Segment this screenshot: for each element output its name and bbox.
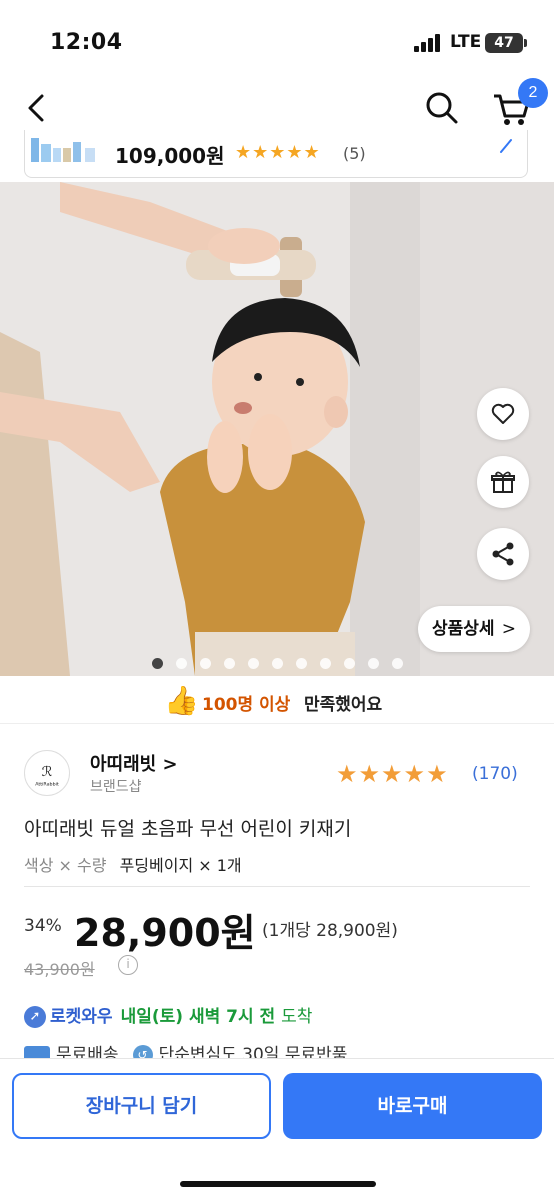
product-title: 아띠래빗 듀얼 초음파 무선 어린이 키재기 [24, 818, 352, 840]
original-price: 43,900원 [24, 960, 95, 979]
brand-shop-label: 브랜드샵 [90, 779, 142, 795]
pagination-dot[interactable] [200, 658, 211, 669]
wishlist-button[interactable] [477, 388, 529, 440]
gift-button[interactable] [477, 456, 529, 508]
svg-text:AttiRabbit: AttiRabbit [35, 781, 59, 787]
satisfaction-text: 만족했어요 [304, 695, 383, 715]
battery-icon: 47 [485, 33, 527, 53]
pagination-dot[interactable] [176, 658, 187, 669]
thumbs-up-icon: 👍 [164, 684, 199, 717]
product-detail-label: 상품상세 [432, 619, 495, 639]
product-detail-button[interactable]: 상품상세 > [418, 606, 530, 652]
divider [24, 886, 530, 887]
option-label: 색상 × 수량 [24, 856, 107, 875]
cart-count-badge: 2 [518, 78, 548, 108]
gift-icon [491, 471, 515, 493]
mini-rating-stars: ★★★★★ [235, 142, 321, 163]
rocket-delivery-info: ➚ 로켓와우 내일(토) 새벽 7시 전 도착 [24, 1002, 312, 1028]
brand-shop-link[interactable]: 아띠래빗 > [90, 750, 178, 776]
pagination-dot[interactable] [224, 658, 235, 669]
rocket-brand: 로켓와우 [50, 1007, 113, 1027]
delivery-time: 내일(토) 새벽 7시 전 [120, 1007, 276, 1027]
rocket-icon: ➚ [24, 1006, 46, 1028]
pagination-dot[interactable] [152, 658, 163, 669]
delivery-arrive: 도착 [281, 1007, 313, 1027]
search-icon[interactable] [422, 88, 462, 128]
satisfaction-banner: 👍 100명 이상 만족했어요 [0, 678, 554, 724]
product-image-gallery[interactable] [0, 182, 554, 676]
product-thumbnail-strip [31, 138, 95, 162]
status-bar: 12:04 LTE 47 [0, 0, 554, 80]
option-selector[interactable]: 색상 × 수량 푸딩베이지 × 1개 [24, 852, 242, 876]
share-button[interactable] [477, 528, 529, 580]
pagination-dot[interactable] [320, 658, 331, 669]
home-indicator[interactable] [180, 1181, 376, 1187]
option-value: 푸딩베이지 × 1개 [119, 856, 242, 875]
pagination-dot[interactable] [392, 658, 403, 669]
network-label: LTE [450, 32, 482, 52]
buy-now-button[interactable]: 바로구매 [283, 1073, 542, 1139]
bottom-action-bar: 장바구니 담기 바로구매 [0, 1058, 554, 1200]
info-icon[interactable]: i [118, 955, 138, 975]
chevron-right-icon: > [501, 619, 516, 639]
pagination-dot[interactable] [368, 658, 379, 669]
pagination-dot[interactable] [296, 658, 307, 669]
heart-icon [491, 403, 515, 424]
satisfaction-highlight: 100명 이상 [202, 695, 291, 715]
sale-price: 28,900원 [74, 911, 256, 955]
share-icon [492, 542, 514, 566]
discount-rate: 34% [24, 916, 62, 936]
review-count-link[interactable]: (170) [472, 764, 518, 784]
mini-price: 109,000원 [115, 144, 225, 168]
svg-text:ℛ: ℛ [42, 765, 53, 780]
pagination-dot[interactable] [248, 658, 259, 669]
back-arrow-icon[interactable] [20, 90, 56, 126]
mini-price-bar[interactable]: 109,000원 ★★★★★ (5) [24, 130, 528, 178]
edit-icon[interactable] [495, 136, 515, 156]
pagination-dot[interactable] [272, 658, 283, 669]
unit-price: (1개당 28,900원) [262, 921, 398, 941]
mini-review-count: (5) [343, 144, 366, 163]
rating-stars[interactable]: ★★★★★ [336, 760, 449, 788]
pagination-dot[interactable] [344, 658, 355, 669]
add-to-cart-button[interactable]: 장바구니 담기 [12, 1073, 271, 1139]
signal-icon [414, 34, 444, 52]
product-photo [0, 182, 554, 676]
brand-logo[interactable]: ℛ AttiRabbit [24, 750, 70, 796]
status-time: 12:04 [50, 30, 123, 55]
